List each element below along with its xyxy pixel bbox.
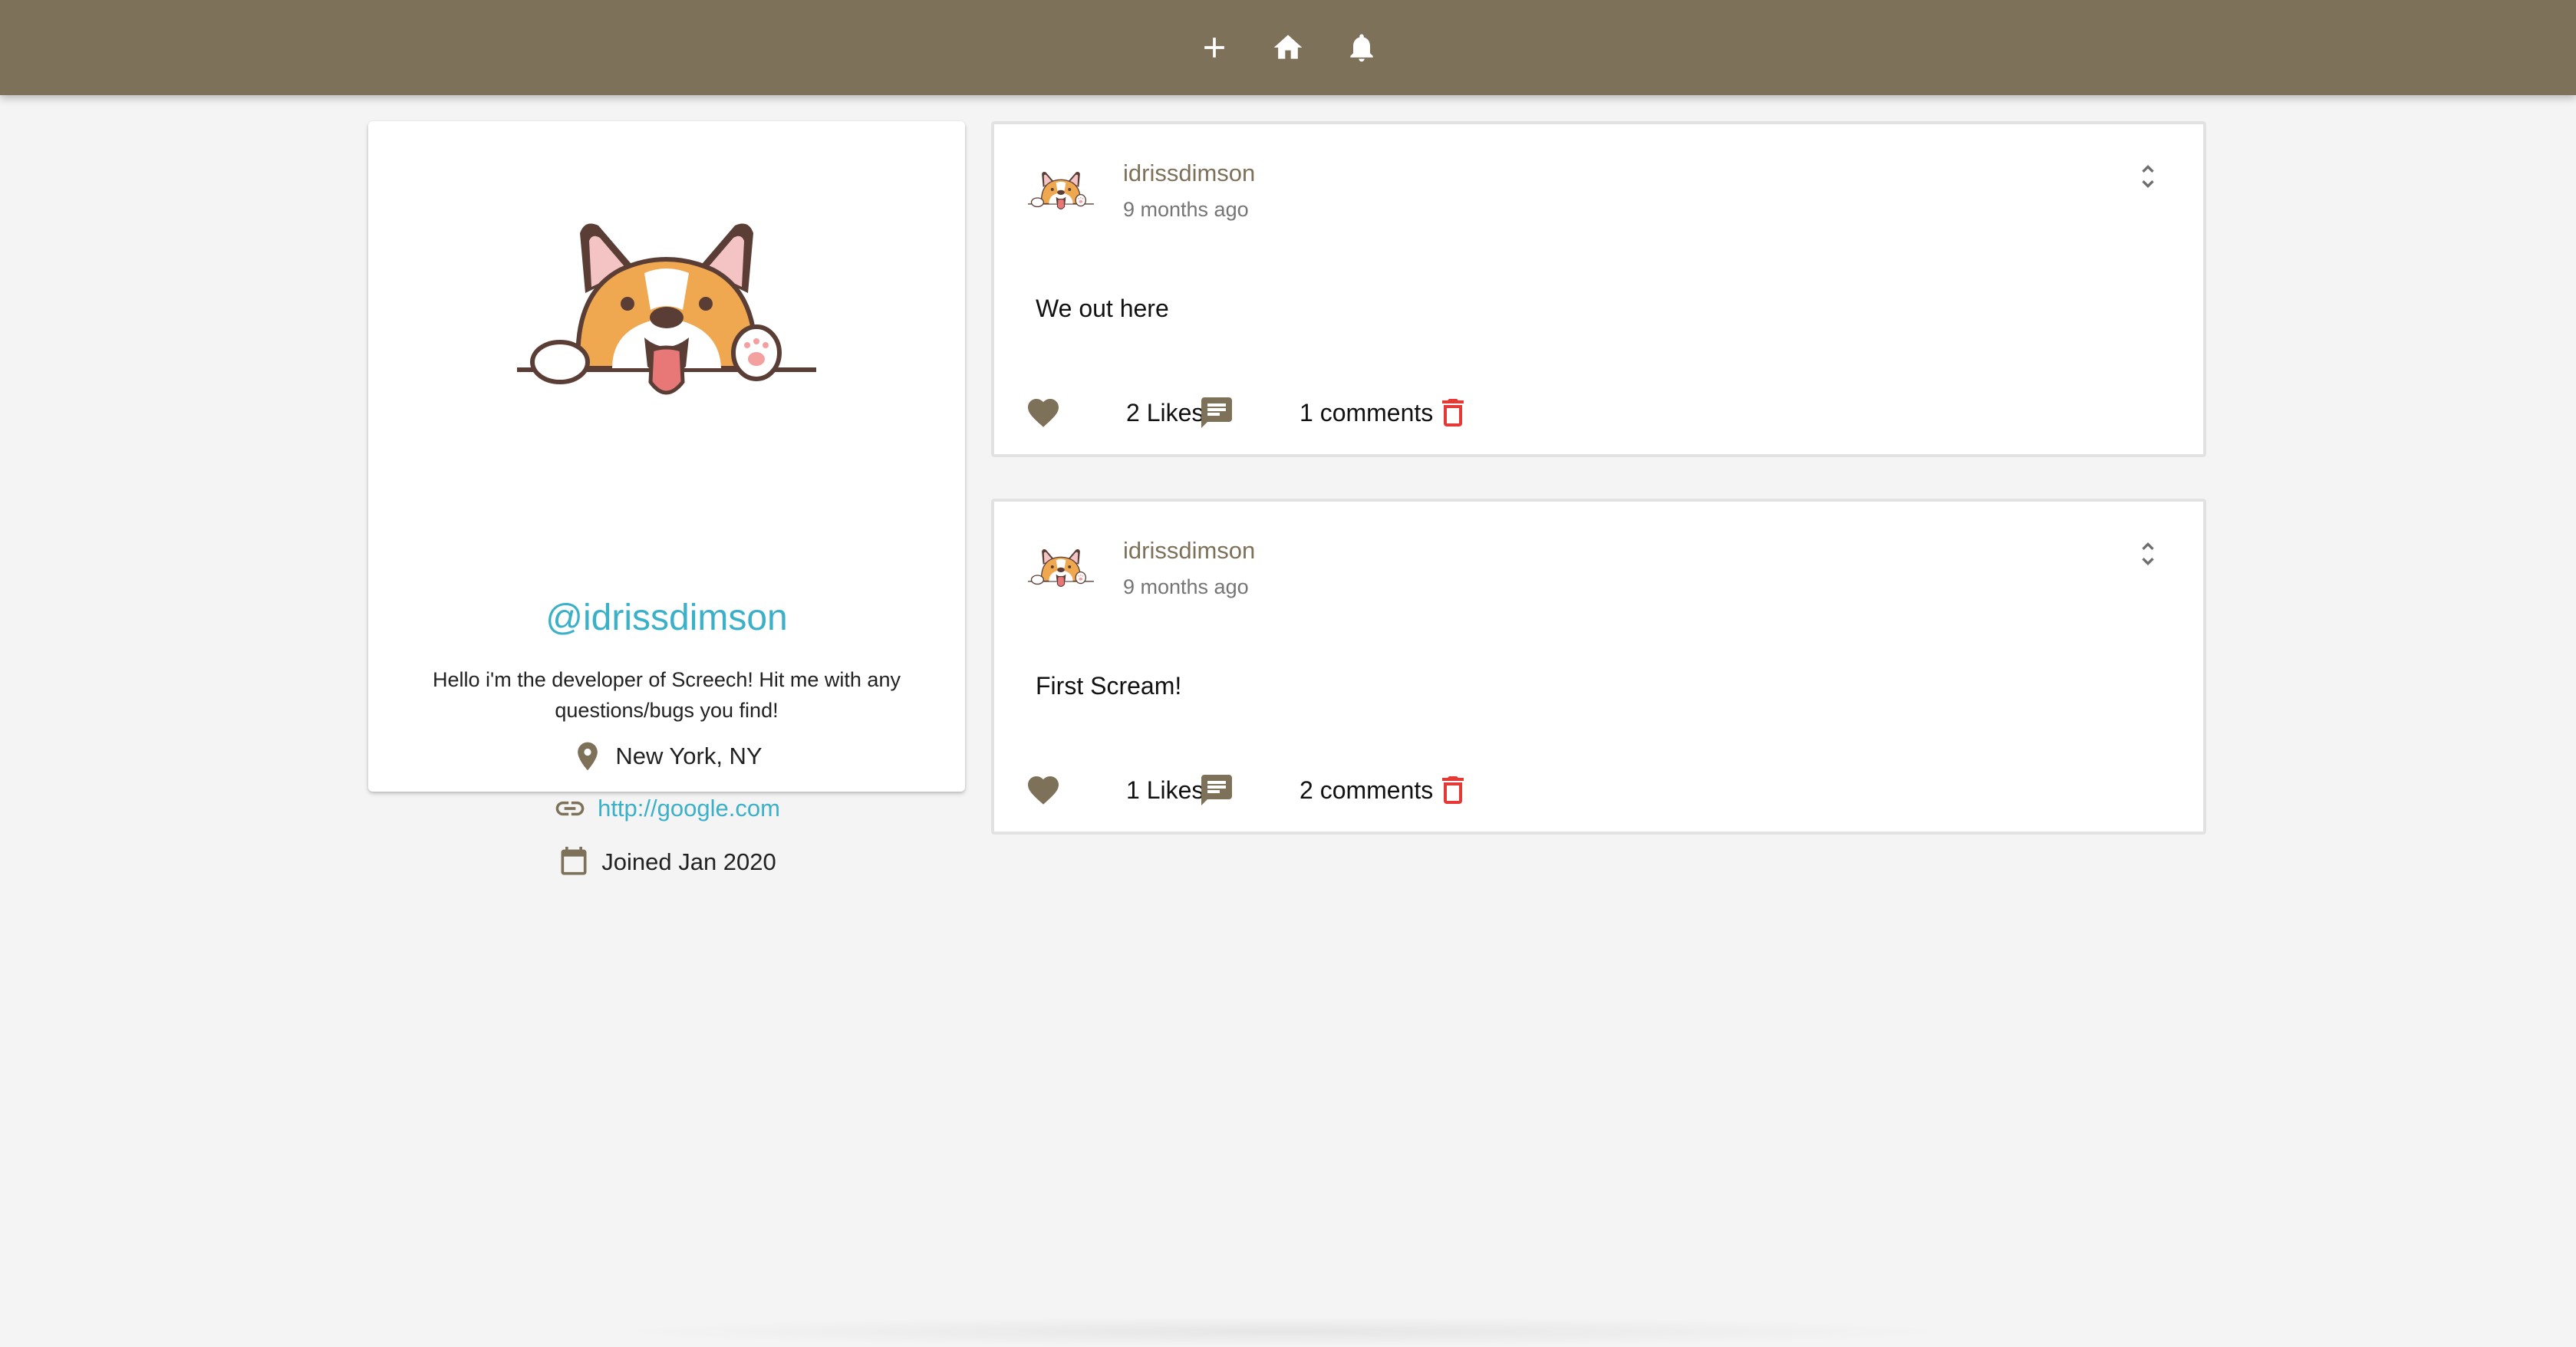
add-post-button[interactable] (1196, 29, 1233, 66)
profile-website: http://google.com (368, 792, 965, 825)
post-username-link[interactable]: idrissdimson (1123, 160, 1255, 187)
like-button[interactable] (1025, 394, 1062, 431)
notifications-button[interactable] (1343, 29, 1380, 66)
location-pin-icon (578, 742, 598, 771)
notifications-icon (1350, 34, 1373, 62)
likes-count: 1 Likes (1126, 776, 1204, 804)
post-card: idrissdimson 9 months ago First Scream! … (991, 499, 2206, 835)
expand-icon[interactable] (2133, 156, 2163, 196)
trash-icon (1442, 399, 1464, 426)
calendar-icon (561, 846, 587, 875)
comment-button[interactable] (1198, 394, 1235, 431)
post-avatar[interactable] (1025, 164, 1097, 218)
post-actions: 1 Likes 2 comments (1025, 770, 1562, 812)
post-username-link[interactable]: idrissdimson (1123, 537, 1255, 565)
post-card: idrissdimson 9 months ago We out here 2 … (991, 121, 2206, 457)
comments-count: 2 comments (1300, 776, 1434, 804)
bottom-shadow (598, 1316, 1972, 1347)
like-button[interactable] (1025, 772, 1062, 809)
comments-count: 1 comments (1300, 399, 1434, 426)
delete-post-button[interactable] (1435, 772, 1471, 809)
profile-joined: Joined Jan 2020 (368, 845, 965, 879)
post-timestamp: 9 months ago (1123, 198, 1249, 221)
chat-icon (1201, 397, 1232, 428)
website-link[interactable]: http://google.com (598, 795, 780, 822)
home-icon (1273, 35, 1303, 59)
joined-text: Joined Jan 2020 (601, 848, 776, 875)
add-icon (1204, 38, 1224, 58)
post-avatar[interactable] (1025, 542, 1097, 595)
likes-count: 2 Likes (1126, 399, 1204, 426)
heart-icon (1028, 399, 1059, 427)
post-body: First Scream! (1036, 672, 1182, 700)
profile-card: @idrissdimson Hello i'm the developer of… (368, 121, 965, 875)
link-icon (555, 801, 585, 816)
profile-location: New York, NY (368, 739, 965, 773)
expand-icon[interactable] (2133, 534, 2163, 574)
post-actions: 2 Likes 1 comments (1025, 393, 1562, 434)
post-timestamp: 9 months ago (1123, 575, 1249, 598)
post-body: We out here (1036, 295, 1169, 322)
profile-picture[interactable] (512, 189, 821, 433)
profile-bio: Hello i'm the developer of Screech! Hit … (433, 668, 901, 722)
home-button[interactable] (1270, 29, 1306, 66)
chat-icon (1201, 775, 1232, 805)
top-app-bar (0, 0, 2576, 95)
delete-post-button[interactable] (1435, 394, 1471, 431)
comment-button[interactable] (1198, 772, 1235, 809)
location-text: New York, NY (615, 743, 763, 769)
trash-icon (1442, 776, 1464, 804)
profile-handle-link[interactable]: @idrissdimson (368, 597, 965, 639)
heart-icon (1028, 776, 1059, 805)
